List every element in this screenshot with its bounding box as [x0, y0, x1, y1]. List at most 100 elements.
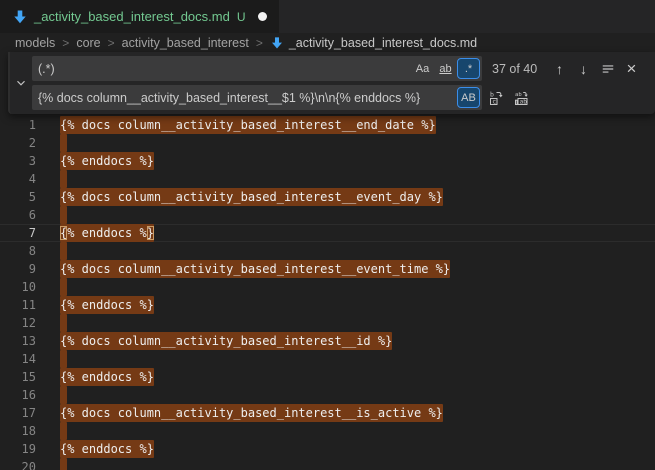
line-number[interactable]: 19	[0, 440, 36, 458]
line-content	[60, 242, 67, 260]
code-editor[interactable]: 1 {% docs column__activity_based_interest…	[0, 53, 655, 470]
match-case-toggle[interactable]: Aa	[412, 59, 433, 78]
line-number[interactable]: 11	[0, 296, 36, 314]
find-match-current: {% enddocs %}	[60, 224, 154, 242]
replace-icon: b c	[489, 90, 505, 106]
markdown-icon	[270, 36, 284, 50]
breadcrumb-item-models[interactable]: models	[15, 36, 55, 50]
chevron-right-icon: >	[108, 36, 115, 50]
find-match-highlight	[60, 242, 67, 260]
results-count: 37 of 40	[492, 62, 537, 76]
find-match-highlight	[60, 134, 67, 152]
editor-tab[interactable]: _activity_based_interest_docs.md U	[0, 0, 280, 33]
line-content: {% enddocs %}	[60, 296, 154, 314]
editor-line[interactable]: 14	[0, 350, 655, 368]
breadcrumb-item-folder[interactable]: activity_based_interest	[122, 36, 249, 50]
line-content	[60, 350, 67, 368]
line-number[interactable]: 5	[0, 188, 36, 206]
editor-line[interactable]: 7 {% enddocs %}	[0, 224, 655, 242]
line-content	[60, 206, 67, 224]
find-match-highlight	[60, 278, 67, 296]
line-number[interactable]: 20	[0, 458, 36, 470]
line-content	[60, 386, 67, 404]
whole-word-toggle[interactable]: ab	[435, 59, 456, 78]
breadcrumb-item-file[interactable]: _activity_based_interest_docs.md	[270, 36, 477, 50]
editor-line[interactable]: 10	[0, 278, 655, 296]
editor-line[interactable]: 19 {% enddocs %}	[0, 440, 655, 458]
editor-line[interactable]: 4	[0, 170, 655, 188]
line-number[interactable]: 6	[0, 206, 36, 224]
editor-lines: 1 {% docs column__activity_based_interest…	[0, 116, 655, 470]
svg-text:ab: ab	[519, 98, 527, 105]
line-content: {% docs column__activity_based_interest_…	[60, 260, 450, 278]
editor-line[interactable]: 3 {% enddocs %}	[0, 152, 655, 170]
find-options: Aa ab .*	[410, 59, 482, 78]
editor-line[interactable]: 13 {% docs column__activity_based_interes…	[0, 332, 655, 350]
editor-line[interactable]: 20	[0, 458, 655, 470]
find-match-highlight: {% enddocs %}	[60, 440, 154, 458]
line-number[interactable]: 12	[0, 314, 36, 332]
close-find-widget-button[interactable]: ×	[621, 58, 642, 79]
find-match-highlight: {% enddocs %}	[60, 368, 154, 386]
breadcrumb: models > core > activity_based_interest …	[0, 33, 655, 53]
editor-line[interactable]: 2	[0, 134, 655, 152]
find-match-highlight: {% enddocs %}	[60, 152, 154, 170]
line-content	[60, 134, 67, 152]
line-number[interactable]: 17	[0, 404, 36, 422]
find-in-selection-button[interactable]	[597, 58, 618, 79]
editor-line[interactable]: 1 {% docs column__activity_based_interest…	[0, 116, 655, 134]
line-number[interactable]: 3	[0, 152, 36, 170]
toggle-replace-button[interactable]	[10, 52, 32, 114]
replace-input-box: AB	[32, 85, 482, 110]
find-match-highlight	[60, 314, 67, 332]
editor-line[interactable]: 9 {% docs column__activity_based_interest…	[0, 260, 655, 278]
replace-input[interactable]	[32, 85, 456, 110]
replace-all-button[interactable]: ab ab	[511, 87, 532, 108]
editor-line[interactable]: 15 {% enddocs %}	[0, 368, 655, 386]
line-number[interactable]: 16	[0, 386, 36, 404]
editor-line[interactable]: 16	[0, 386, 655, 404]
line-number[interactable]: 10	[0, 278, 36, 296]
line-content	[60, 278, 67, 296]
editor-line[interactable]: 6	[0, 206, 655, 224]
chevron-down-icon	[14, 76, 28, 90]
tab-bar: _activity_based_interest_docs.md U	[0, 0, 655, 33]
editor-line[interactable]: 8	[0, 242, 655, 260]
line-number[interactable]: 1	[0, 116, 36, 134]
find-match-highlight: {% enddocs %}	[60, 296, 154, 314]
line-number[interactable]: 4	[0, 170, 36, 188]
line-number[interactable]: 7	[0, 224, 36, 242]
replace-row: AB b c ab	[32, 85, 649, 110]
line-number[interactable]: 8	[0, 242, 36, 260]
find-match-highlight: {% docs column__activity_based_interest_…	[60, 116, 436, 134]
modified-dot-icon[interactable]	[258, 12, 267, 21]
find-match-highlight: {% docs column__activity_based_interest_…	[60, 332, 392, 350]
editor-line[interactable]: 11 {% enddocs %}	[0, 296, 655, 314]
editor-line[interactable]: 17{% docs column__activity_based_interes…	[0, 404, 655, 422]
line-number[interactable]: 9	[0, 260, 36, 278]
line-number[interactable]: 13	[0, 332, 36, 350]
preserve-case-toggle[interactable]: AB	[458, 88, 479, 107]
next-match-button[interactable]: ↓	[573, 58, 594, 79]
replace-button[interactable]: b c	[486, 87, 507, 108]
line-number[interactable]: 18	[0, 422, 36, 440]
find-actions: ↑ ↓ ×	[549, 58, 649, 79]
match-text: % enddocs %	[67, 226, 146, 240]
regex-toggle[interactable]: .*	[458, 59, 479, 78]
find-match-highlight	[60, 170, 67, 188]
line-number[interactable]: 14	[0, 350, 36, 368]
find-replace-widget: Aa ab .* 37 of 40 ↑ ↓ ×	[8, 52, 655, 114]
breadcrumb-item-core[interactable]: core	[76, 36, 100, 50]
find-input[interactable]	[32, 56, 410, 81]
replace-all-icon: ab ab	[514, 90, 530, 106]
line-number[interactable]: 2	[0, 134, 36, 152]
editor-line[interactable]: 18	[0, 422, 655, 440]
find-input-box: Aa ab .*	[32, 56, 482, 81]
editor-line[interactable]: 12	[0, 314, 655, 332]
breadcrumb-file-name: _activity_based_interest_docs.md	[289, 36, 477, 50]
line-content: {% enddocs %}	[60, 152, 154, 170]
line-number[interactable]: 15	[0, 368, 36, 386]
line-content: {% enddocs %}	[60, 440, 154, 458]
previous-match-button[interactable]: ↑	[549, 58, 570, 79]
editor-line[interactable]: 5{% docs column__activity_based_interest…	[0, 188, 655, 206]
